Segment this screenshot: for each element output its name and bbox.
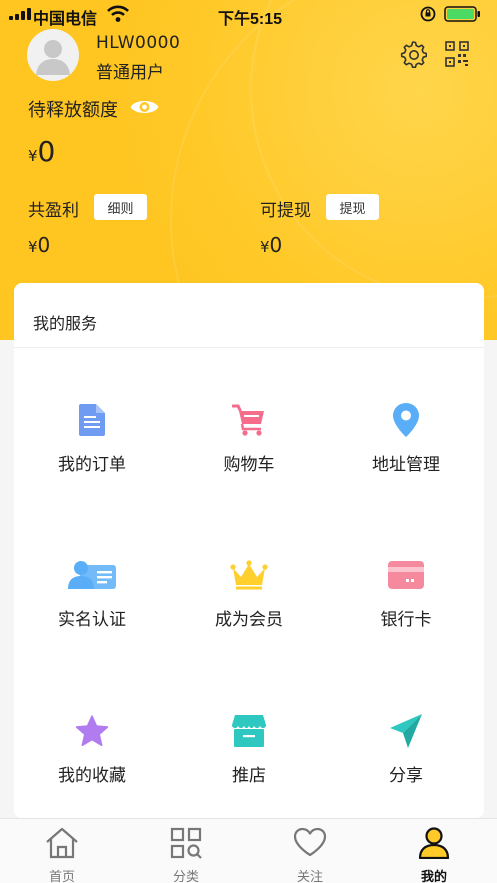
status-bar: 中国电信 下午5:15 xyxy=(0,0,497,28)
gear-icon[interactable] xyxy=(399,40,427,68)
wifi-icon xyxy=(107,5,129,22)
service-verification[interactable]: 实名认证 xyxy=(14,555,170,665)
tab-home[interactable]: 首页 xyxy=(0,819,124,883)
rotation-lock-icon xyxy=(420,6,436,22)
default-avatar-icon xyxy=(36,40,70,75)
tab-follow[interactable]: 关注 xyxy=(248,819,372,883)
bottom-tab-bar: 首页 分类 关注 我的 xyxy=(0,818,497,883)
carrier-name: 中国电信 xyxy=(33,11,98,28)
service-bank-card[interactable]: 银行卡 xyxy=(328,555,484,665)
service-label: 成为会员 xyxy=(215,610,283,630)
total-profit-label: 共盈利 xyxy=(28,201,79,221)
currency-symbol: ¥ xyxy=(28,147,38,165)
service-cart[interactable]: 购物车 xyxy=(171,400,327,510)
service-label: 我的收藏 xyxy=(58,766,126,786)
star-icon xyxy=(75,715,109,747)
clock-time: 下午5:15 xyxy=(218,11,283,28)
pending-amount-number: 0 xyxy=(37,135,56,168)
divider xyxy=(14,347,484,348)
home-icon xyxy=(46,827,78,859)
paper-plane-icon xyxy=(390,714,422,748)
service-favorites[interactable]: 我的收藏 xyxy=(14,711,170,821)
service-label: 我的订单 xyxy=(58,455,126,475)
heart-icon xyxy=(293,827,327,857)
service-my-orders[interactable]: 我的订单 xyxy=(14,400,170,510)
avatar[interactable] xyxy=(27,29,79,81)
service-label: 银行卡 xyxy=(380,610,432,630)
tab-label: 分类 xyxy=(172,870,199,883)
service-label: 推店 xyxy=(232,766,266,786)
document-icon xyxy=(79,404,105,436)
service-share[interactable]: 分享 xyxy=(328,711,484,821)
pending-amount-label: 待释放额度 xyxy=(28,100,118,121)
service-label: 购物车 xyxy=(223,455,275,475)
username: HLW0000 xyxy=(96,33,181,53)
category-grid-icon xyxy=(170,827,202,859)
service-label: 实名认证 xyxy=(58,610,126,630)
service-address[interactable]: 地址管理 xyxy=(328,400,484,510)
store-icon xyxy=(232,715,266,747)
withdrawable-label: 可提现 xyxy=(260,201,311,221)
cart-icon xyxy=(232,404,264,436)
service-promote-store[interactable]: 推店 xyxy=(171,711,327,821)
id-card-icon xyxy=(68,561,116,589)
service-membership[interactable]: 成为会员 xyxy=(171,555,327,665)
service-label: 分享 xyxy=(389,766,423,786)
eye-icon[interactable] xyxy=(129,96,160,118)
bank-card-icon xyxy=(388,561,424,589)
withdrawable-value: ¥0 xyxy=(260,233,282,257)
user-icon xyxy=(418,827,450,859)
user-type: 普通用户 xyxy=(96,63,164,83)
tab-category[interactable]: 分类 xyxy=(124,819,248,883)
qr-code-icon[interactable] xyxy=(445,41,469,67)
signal-icon xyxy=(9,8,31,20)
profit-details-button[interactable]: 细则 xyxy=(94,194,147,220)
currency-symbol: ¥ xyxy=(260,238,270,256)
tab-mine[interactable]: 我的 xyxy=(372,819,496,883)
crown-icon xyxy=(230,560,268,590)
location-pin-icon xyxy=(393,403,419,437)
withdrawable-number: 0 xyxy=(269,233,283,257)
currency-symbol: ¥ xyxy=(28,238,38,256)
services-title: 我的服务 xyxy=(33,314,98,333)
withdraw-button[interactable]: 提现 xyxy=(326,194,379,220)
tab-label: 关注 xyxy=(296,870,323,883)
total-profit-number: 0 xyxy=(37,233,51,257)
service-label: 地址管理 xyxy=(372,455,440,475)
tab-label: 首页 xyxy=(48,870,75,883)
total-profit-value: ¥0 xyxy=(28,233,50,257)
pending-amount-value: ¥0 xyxy=(28,135,55,168)
battery-icon xyxy=(444,6,480,22)
tab-label: 我的 xyxy=(420,870,447,883)
services-card: 我的服务 我的订单 购物车 地址管理 实名认证 成为会员 银行卡 我的收藏 推店… xyxy=(14,283,484,818)
